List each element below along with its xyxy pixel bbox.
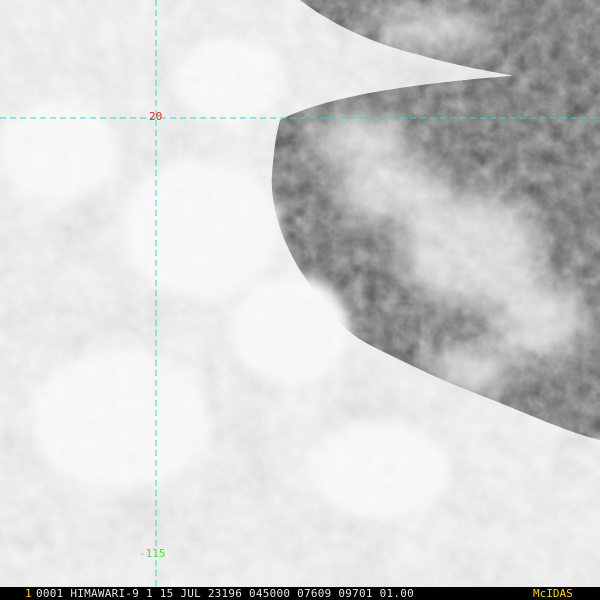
longitude-label: -115 xyxy=(139,547,166,560)
latitude-label: 20 xyxy=(149,110,163,123)
mcidas-brand: McIDAS xyxy=(533,587,573,600)
image-header-text: 0001 HIMAWARI-9 1 15 JUL 23196 045000 07… xyxy=(36,587,414,600)
satellite-image-frame: 20 -115 1 0001 HIMAWARI-9 1 15 JUL 23196… xyxy=(0,0,600,600)
status-bar: 1 0001 HIMAWARI-9 1 15 JUL 23196 045000 … xyxy=(0,587,600,600)
frame-number: 1 xyxy=(25,587,32,600)
satellite-cloud-imagery xyxy=(0,0,600,587)
